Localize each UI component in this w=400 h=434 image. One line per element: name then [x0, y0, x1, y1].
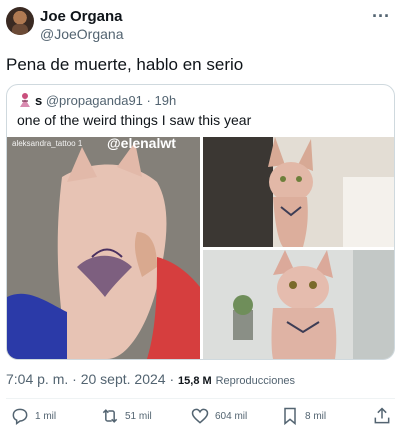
like-button[interactable]: 604 mil — [190, 402, 247, 430]
cat-tattoo-photo[interactable]: aleksandra_tattoo 1 @elenalwt — [7, 137, 200, 359]
heart-icon — [191, 408, 209, 424]
retweet-count: 51 mil — [125, 410, 152, 422]
author-name[interactable]: Joe Organa — [40, 8, 123, 25]
quoted-dot: · — [146, 93, 151, 108]
timestamp-separator: · — [72, 371, 77, 387]
reply-icon — [12, 408, 28, 425]
timestamp-separator-2: · — [169, 371, 175, 387]
bookmark-button[interactable]: 8 mil — [280, 402, 326, 430]
quoted-user-line: s @propaganda91 · 19h — [35, 93, 176, 108]
reply-button[interactable]: 1 mil — [10, 402, 56, 430]
watermark-big: @elenalwt — [107, 137, 176, 151]
reply-count: 1 mil — [35, 410, 57, 422]
views-count: 15,8 M — [178, 375, 212, 387]
quoted-media-grid[interactable]: aleksandra_tattoo 1 @elenalwt — [7, 137, 394, 359]
sphynx-cat-bed-illustration — [203, 137, 394, 247]
tweet-text: Pena de muerte, hablo en serio — [6, 55, 244, 74]
tweet-date[interactable]: 20 sept. 2024 — [81, 371, 166, 387]
quoted-text: one of the weird things I saw this year — [17, 112, 252, 128]
watermark-small: aleksandra_tattoo 1 — [12, 139, 82, 148]
retweet-button[interactable]: 51 mil — [100, 402, 152, 430]
sphynx-cat-bed-photo[interactable] — [203, 137, 394, 247]
tweet-timestamp: 7:04 p. m. · 20 sept. 2024 · 15,8 M Repr… — [6, 371, 295, 387]
share-button[interactable] — [372, 402, 392, 430]
more-dots-icon[interactable]: ··· — [372, 6, 390, 27]
watermark-small-name: aleksandra_tattoo — [12, 139, 76, 148]
retweet-icon — [102, 409, 118, 423]
bookmark-icon — [284, 407, 296, 426]
actions-divider — [6, 398, 395, 399]
author-handle[interactable]: @JoeOrgana — [40, 26, 123, 42]
quoted-tweet[interactable]: s @propaganda91 · 19h one of the weird t… — [6, 84, 395, 360]
quoted-user-initial: s — [35, 93, 43, 108]
tweet-time[interactable]: 7:04 p. m. — [6, 371, 68, 387]
watermark-small-suffix: 1 — [77, 139, 83, 148]
cat-tattoo-illustration — [7, 137, 200, 359]
views-label: Reproducciones — [215, 375, 296, 387]
bookmark-count: 8 mil — [305, 410, 327, 422]
share-icon — [374, 407, 390, 424]
quoted-handle[interactable]: @propaganda91 — [46, 93, 143, 108]
sphynx-cat-room-illustration — [203, 250, 394, 359]
quoted-time[interactable]: 19h — [155, 93, 177, 108]
sphynx-cat-room-photo[interactable] — [203, 250, 394, 359]
author-avatar[interactable] — [6, 7, 34, 35]
tweet-actions: 1 mil 51 mil 604 mil 8 mil — [0, 402, 400, 430]
like-count: 604 mil — [215, 410, 248, 422]
tweet-header: Joe Organa @JoeOrgana ··· — [0, 0, 400, 46]
quoted-avatar-icon — [20, 93, 30, 107]
